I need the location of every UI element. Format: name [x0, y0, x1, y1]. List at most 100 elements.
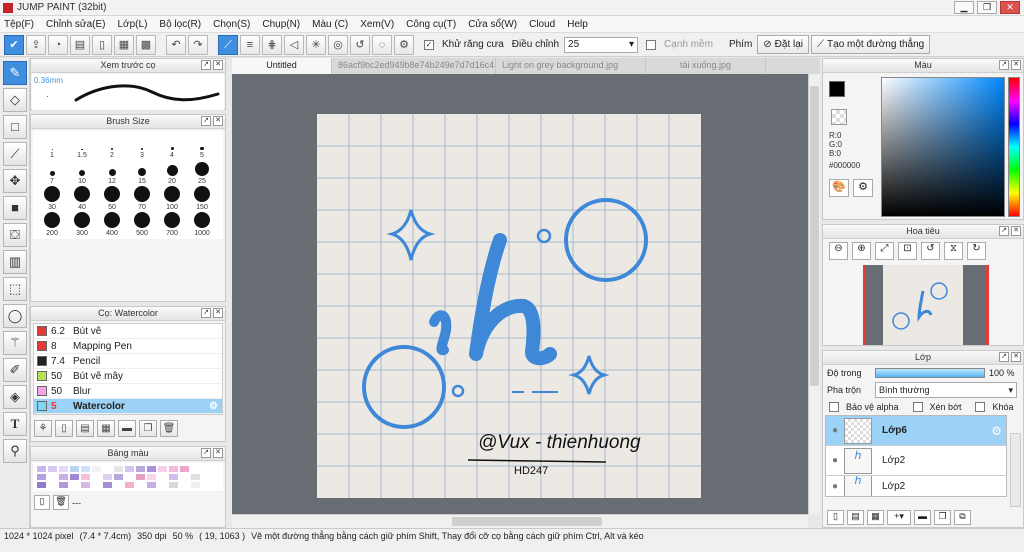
- color-swatch[interactable]: [168, 481, 179, 489]
- document-icon[interactable]: ▦: [97, 420, 115, 437]
- palette-icon[interactable]: 🎨: [829, 179, 849, 197]
- layer-scrollbar[interactable]: [1010, 433, 1021, 507]
- antialias-checkbox[interactable]: ✓: [424, 39, 434, 50]
- color-swatch[interactable]: [157, 465, 168, 473]
- color-swatch[interactable]: [135, 481, 146, 489]
- duplicate-layer-icon[interactable]: ▦: [867, 510, 884, 525]
- brush-size-30[interactable]: 30: [37, 185, 67, 211]
- brush-size-70[interactable]: 70: [127, 185, 157, 211]
- vertical-scroll-thumb[interactable]: [810, 86, 819, 386]
- panel-close-icon[interactable]: ✕: [213, 116, 223, 126]
- close-button[interactable]: ✕: [1000, 1, 1020, 14]
- brush-size-5[interactable]: 5: [187, 133, 217, 159]
- menu-edit[interactable]: Chỉnh sửa(E): [46, 19, 106, 30]
- visibility-eye-icon[interactable]: ●: [826, 481, 844, 492]
- copy-icon[interactable]: ❐: [139, 420, 157, 437]
- layer-row-lop6[interactable]: ● Lớp6 ⚙: [826, 416, 1006, 446]
- brush-item-cloud-pen[interactable]: 50 Bút vẽ mây: [34, 369, 222, 384]
- copy-icon[interactable]: ❐: [934, 510, 951, 525]
- share-icon[interactable]: ⇪: [26, 34, 46, 55]
- cloud-check-icon[interactable]: ✔: [4, 34, 24, 55]
- color-swatch[interactable]: [179, 473, 190, 481]
- color-swatch[interactable]: [36, 465, 47, 473]
- menu-window[interactable]: Cửa sổ(W): [468, 19, 517, 30]
- color-swatch[interactable]: [179, 481, 190, 489]
- color-swatch[interactable]: [91, 473, 102, 481]
- brush-size-700[interactable]: 700: [157, 211, 187, 237]
- opacity-slider[interactable]: [875, 368, 985, 378]
- color-swatch[interactable]: [36, 481, 47, 489]
- menu-capture[interactable]: Chụp(N): [262, 19, 300, 30]
- concentric-icon[interactable]: ◎: [328, 34, 348, 55]
- panel-close-icon[interactable]: ✕: [213, 448, 223, 458]
- select-pen-tool-icon[interactable]: ✐: [3, 358, 27, 382]
- color-swatch[interactable]: [47, 465, 58, 473]
- color-swatch[interactable]: [91, 481, 102, 489]
- color-swatch[interactable]: [157, 473, 168, 481]
- tab-untitled[interactable]: Untitled: [232, 58, 332, 74]
- ellipse-icon[interactable]: ◌: [372, 34, 392, 55]
- bucket-tool-icon[interactable]: ⛋: [3, 223, 27, 247]
- actual-size-icon[interactable]: ⊡: [898, 242, 917, 260]
- palette-settings-icon[interactable]: ⚙: [853, 179, 873, 197]
- navigator-preview[interactable]: [863, 265, 989, 345]
- reset-button[interactable]: ⊘ Đặt lại: [757, 35, 810, 54]
- grid-lines-icon[interactable]: ⋕: [262, 34, 282, 55]
- comment-icon[interactable]: ◔: [48, 34, 68, 55]
- fill-rect-tool-icon[interactable]: ■: [3, 196, 27, 220]
- panel-close-icon[interactable]: ✕: [1011, 60, 1021, 70]
- hue-slider[interactable]: [1008, 77, 1020, 217]
- brush-size-50[interactable]: 50: [97, 185, 127, 211]
- visibility-eye-icon[interactable]: ●: [826, 425, 844, 436]
- brush-size-12[interactable]: 12: [97, 159, 127, 185]
- brush-size-400[interactable]: 400: [97, 211, 127, 237]
- panel-expand-icon[interactable]: ↗: [999, 60, 1009, 70]
- menu-layer[interactable]: Lớp(L): [118, 19, 148, 30]
- brush-item-mapping-pen[interactable]: 8 Mapping Pen: [34, 339, 222, 354]
- text-tool-icon[interactable]: T: [3, 412, 27, 436]
- horizontal-scroll-thumb[interactable]: [452, 517, 602, 526]
- transparent-color[interactable]: [831, 109, 847, 125]
- color-swatch[interactable]: [146, 465, 157, 473]
- brush-size-300[interactable]: 300: [67, 211, 97, 237]
- color-swatch[interactable]: [80, 473, 91, 481]
- new-page-icon[interactable]: ▯: [34, 495, 50, 510]
- panel-expand-icon[interactable]: ↗: [201, 308, 211, 318]
- panel-close-icon[interactable]: ✕: [213, 308, 223, 318]
- canvas-area[interactable]: @Vux - thienhuong HD247: [232, 74, 808, 514]
- color-swatch[interactable]: [190, 465, 201, 473]
- color-swatch[interactable]: [58, 465, 69, 473]
- layer-row-lop2-b[interactable]: ● ℎ Lớp2: [826, 476, 1006, 496]
- rotate-right-icon[interactable]: ↻: [967, 242, 986, 260]
- brush-item-pen[interactable]: 6.2 Bút vẽ: [34, 324, 222, 339]
- page-dropdown-icon[interactable]: ▤: [76, 420, 94, 437]
- zoom-out-icon[interactable]: ⊖: [829, 242, 848, 260]
- trash-icon[interactable]: 🗑: [53, 495, 69, 510]
- parallel-lines-icon[interactable]: ≡: [240, 34, 260, 55]
- menu-file[interactable]: Tệp(F): [4, 19, 34, 30]
- curve-icon[interactable]: ↺: [350, 34, 370, 55]
- add-layer-dropdown-icon[interactable]: +▾: [887, 510, 911, 525]
- select-eraser-tool-icon[interactable]: ◈: [3, 385, 27, 409]
- color-swatch[interactable]: [80, 465, 91, 473]
- color-swatch[interactable]: [135, 465, 146, 473]
- brush-tool-icon[interactable]: ✎: [3, 61, 27, 85]
- brush-size-100[interactable]: 100: [157, 185, 187, 211]
- color-swatch[interactable]: [69, 465, 80, 473]
- protect-alpha-checkbox[interactable]: [829, 402, 839, 412]
- note-icon[interactable]: ▤: [70, 34, 90, 55]
- color-swatch[interactable]: [124, 465, 135, 473]
- flip-icon[interactable]: ⧖: [944, 242, 963, 260]
- brush-item-pencil[interactable]: 7.4 Pencil: [34, 354, 222, 369]
- color-swatch[interactable]: [69, 481, 80, 489]
- color-swatch[interactable]: [190, 481, 201, 489]
- color-swatch[interactable]: [69, 473, 80, 481]
- line-tool-icon[interactable]: ⟋: [3, 142, 27, 166]
- move-tool-icon[interactable]: ✥: [3, 169, 27, 193]
- brush-size-2[interactable]: 2: [97, 133, 127, 159]
- panel-close-icon[interactable]: ✕: [1011, 226, 1021, 236]
- brush-size-200[interactable]: 200: [37, 211, 67, 237]
- brush-size-7[interactable]: 7: [37, 159, 67, 185]
- color-swatch[interactable]: [47, 473, 58, 481]
- color-swatch[interactable]: [124, 473, 135, 481]
